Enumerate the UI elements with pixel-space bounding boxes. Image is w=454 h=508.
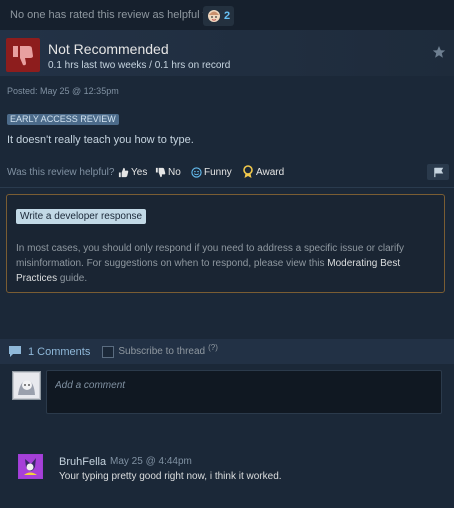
guidance-text-end: guide. — [57, 273, 88, 284]
review-verdict[interactable]: Not Recommended — [48, 41, 169, 57]
vote-no-label: No — [168, 166, 181, 178]
divider — [0, 187, 454, 188]
flag-icon — [433, 167, 443, 177]
thumbs-down-badge — [6, 38, 40, 72]
star-icon[interactable] — [432, 45, 446, 59]
award-medal-icon — [243, 165, 253, 178]
comment-count: 1 Comments — [28, 345, 91, 358]
vote-yes-button[interactable]: Yes — [116, 164, 149, 180]
comment-author[interactable]: BruhFella — [59, 456, 106, 468]
reaction-count: 2 — [224, 10, 231, 22]
thumbs-down-small-icon — [155, 167, 166, 177]
comment-bubble-icon — [9, 346, 21, 357]
thumbs-down-icon — [13, 46, 33, 66]
reactions-badge[interactable]: 2 — [203, 6, 235, 26]
comments-header: 1 Comments Subscribe to thread (?) — [0, 339, 454, 364]
vote-yes-label: Yes — [131, 166, 148, 178]
comment-input-box[interactable] — [46, 370, 442, 414]
vote-funny-button[interactable]: Funny — [189, 164, 234, 180]
early-access-badge: EARLY ACCESS REVIEW — [7, 114, 119, 125]
playtime-hours: 0.1 hrs last two weeks / 0.1 hrs on reco… — [48, 60, 231, 71]
vote-funny-label: Funny — [204, 166, 232, 178]
developer-response-guidance: In most cases, you should only respond i… — [16, 241, 431, 286]
helpful-summary-bar: No one has rated this review as helpful … — [0, 0, 454, 30]
user-avatar-icon — [14, 373, 39, 398]
report-flag-button[interactable] — [427, 164, 449, 180]
write-developer-response-button[interactable]: Write a developer response — [16, 209, 147, 224]
award-label: Award — [256, 166, 285, 178]
helpful-question: Was this review helpful? — [7, 167, 115, 178]
comment-text: Your typing pretty good right now, i thi… — [59, 471, 282, 482]
subscribe-label[interactable]: Subscribe to thread — [118, 346, 205, 357]
subscribe-help-link[interactable]: (?) — [208, 343, 218, 352]
commenter-avatar-icon — [19, 455, 42, 478]
subscribe-checkbox[interactable] — [102, 345, 115, 358]
developer-response-panel: Write a developer response In most cases… — [6, 194, 445, 293]
comment-timestamp: May 25 @ 4:44pm — [110, 456, 192, 467]
avatar — [12, 371, 41, 400]
review-text: It doesn't really teach you how to type. — [7, 134, 194, 146]
commenter-avatar[interactable] — [18, 454, 43, 479]
reaction-face-icon — [208, 10, 220, 22]
helpful-vote-bar: Was this review helpful? Yes No Funny Aw… — [0, 162, 454, 182]
vote-no-button[interactable]: No — [153, 164, 183, 180]
thumbs-up-icon — [118, 167, 129, 177]
comment-input[interactable] — [53, 377, 427, 393]
smiley-icon — [191, 166, 202, 178]
posted-date: Posted: May 25 @ 12:35pm — [7, 86, 119, 96]
helpful-summary-text: No one has rated this review as helpful … — [10, 9, 218, 21]
review-header: Not Recommended 0.1 hrs last two weeks /… — [0, 30, 454, 76]
award-button[interactable]: Award — [240, 164, 286, 180]
